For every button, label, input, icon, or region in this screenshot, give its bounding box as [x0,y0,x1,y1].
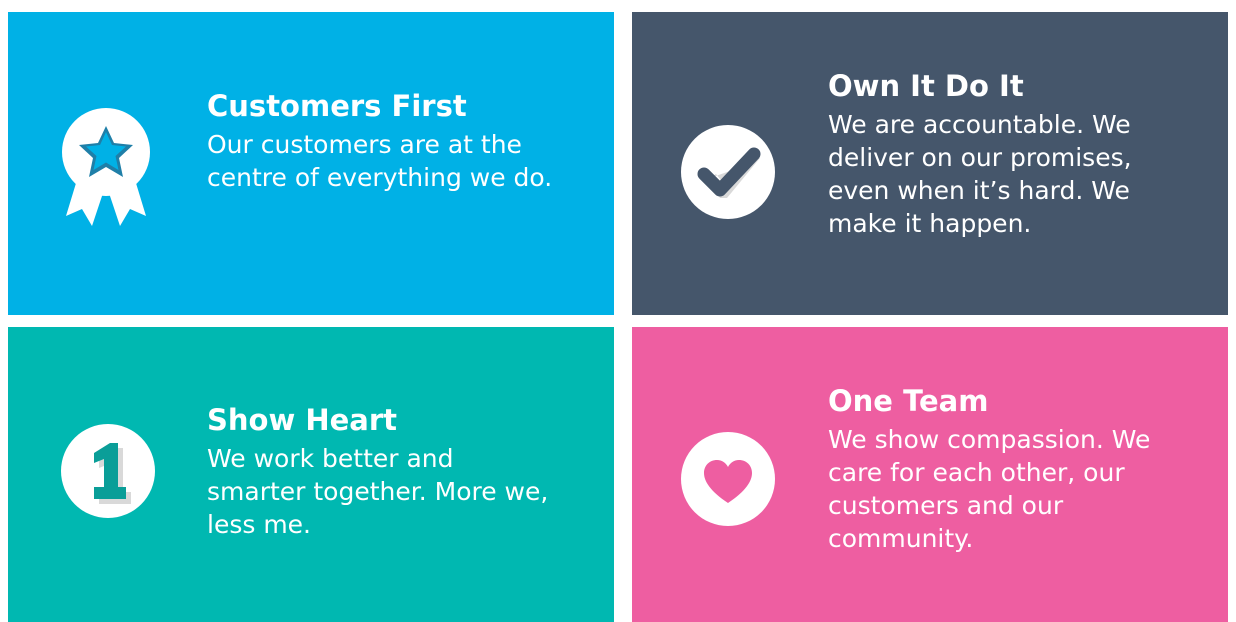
value-description: Our customers are at the centre of every… [207,130,553,192]
value-text: One Team We show compassion. We care for… [828,383,1178,555]
award-ribbon-star-icon [58,108,154,226]
value-description: We work better and smarter together. Mor… [207,444,549,539]
heart-circle-icon [680,431,776,527]
value-title: Customers First [207,89,467,123]
value-card-show-heart: Show Heart We work better and smarter to… [8,327,614,622]
value-text: Show Heart We work better and smarter to… [207,402,557,541]
value-text: Customers First Our customers are at the… [207,88,557,194]
number-one-circle-icon [60,423,156,519]
value-description: We are accountable. We deliver on our pr… [828,110,1132,238]
value-text: Own It Do It We are accountable. We deli… [828,68,1178,240]
value-title: Show Heart [207,403,398,437]
value-title: One Team [828,384,989,418]
value-card-own-it-do-it: Own It Do It We are accountable. We deli… [632,12,1228,315]
value-description: We show compassion. We care for each oth… [828,425,1151,553]
value-card-one-team: One Team We show compassion. We care for… [632,327,1228,622]
value-title: Own It Do It [828,69,1024,103]
value-card-customers-first: Customers First Our customers are at the… [8,12,614,315]
check-circle-icon [680,124,776,220]
